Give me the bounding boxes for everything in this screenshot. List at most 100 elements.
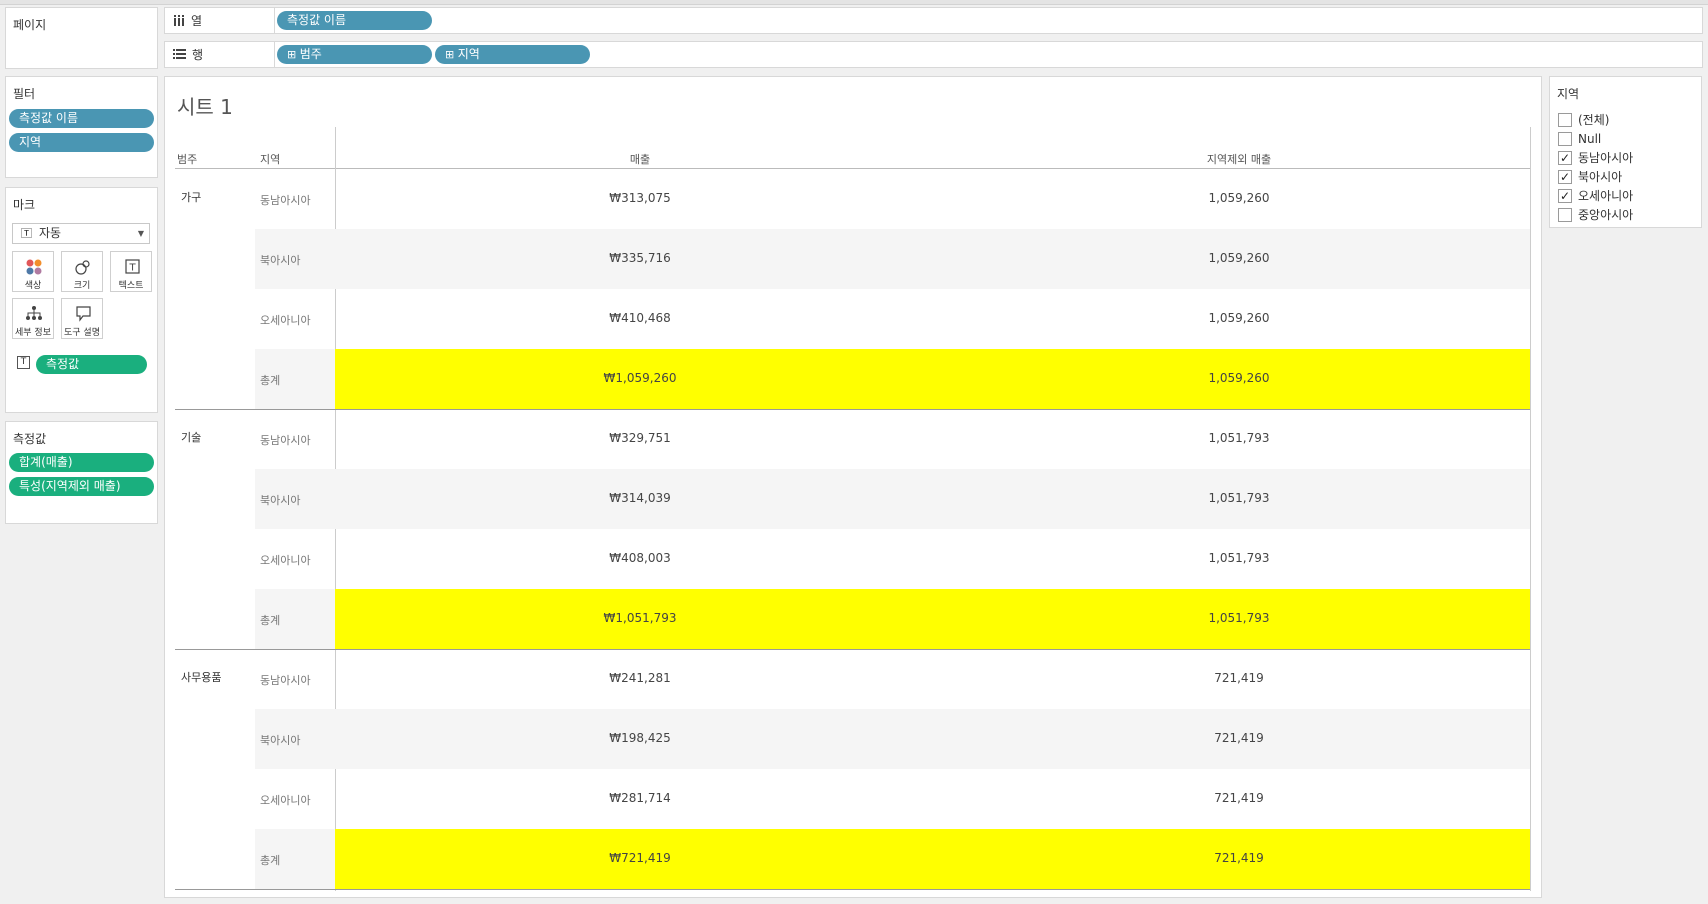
column-header-sales: 매출	[629, 153, 651, 166]
sales-cell[interactable]: ₩410,468	[550, 311, 730, 325]
color-button-label: 색상	[24, 281, 42, 291]
worksheet-view: 시트 1 범주 지역 매출 지역제외 매출 가구 동남아시아 ₩313,075 1,059,2…	[164, 76, 1542, 898]
sales-cell[interactable]: ₩198,425	[550, 731, 730, 745]
color-button[interactable]: 색상	[12, 251, 54, 292]
region-filter-item-label: (전체)	[1578, 113, 1610, 127]
checkbox-unchecked-icon[interactable]	[1558, 113, 1572, 127]
checkbox-unchecked-icon[interactable]	[1558, 132, 1572, 146]
measure-values-title: 측정값	[13, 432, 47, 446]
category-divider	[175, 889, 1530, 890]
region-filter-item-label: 북아시아	[1578, 170, 1623, 184]
detail-button[interactable]: 세부 정보	[12, 298, 54, 339]
header-divider	[175, 168, 1530, 169]
excl-sales-cell[interactable]: 721,419	[1149, 791, 1329, 805]
sales-cell[interactable]: ₩281,714	[550, 791, 730, 805]
excl-sales-cell[interactable]: 1,059,260	[1149, 371, 1329, 385]
columns-pill-measure-names[interactable]: 측정값 이름	[277, 11, 432, 30]
size-icon	[75, 260, 90, 275]
row-band	[335, 469, 1530, 529]
row-header-region: 총계	[260, 374, 281, 387]
sales-cell[interactable]: ₩1,051,793	[550, 611, 730, 625]
region-filter-item-label: 오세아니아	[1578, 189, 1634, 203]
tooltip-icon	[76, 306, 91, 322]
filters-panel: 필터 측정값 이름 지역	[5, 76, 158, 178]
excl-sales-cell[interactable]: 1,051,793	[1149, 551, 1329, 565]
excl-sales-cell[interactable]: 1,059,260	[1149, 311, 1329, 325]
region-filter-card: 지역 (전체) Null ✓ 동남아시아 ✓ 북아시아 ✓ 오세아니아 중앙아시아	[1549, 76, 1702, 228]
chevron-down-icon: ▼	[137, 229, 144, 238]
row-header-region: 오세아니아	[260, 794, 311, 807]
filter-pill-measure-names[interactable]: 측정값 이름	[9, 109, 154, 128]
detail-icon	[26, 306, 42, 320]
excl-sales-cell[interactable]: 1,059,260	[1149, 251, 1329, 265]
region-filter-item[interactable]: ✓ 오세아니아	[1558, 187, 1633, 205]
rows-pill-category[interactable]: ⊞ 범주	[277, 45, 432, 64]
row-header-category: 가구	[181, 191, 202, 204]
total-row-highlight	[335, 829, 1530, 889]
excl-sales-cell[interactable]: 721,419	[1149, 731, 1329, 745]
region-filter-title: 지역	[1557, 87, 1580, 101]
size-button[interactable]: 크기	[61, 251, 103, 292]
excl-sales-cell[interactable]: 1,059,260	[1149, 191, 1329, 205]
columns-shelf-label: 열	[165, 8, 275, 33]
row-header-region: 북아시아	[260, 254, 301, 267]
measure-pill-sum-sales[interactable]: 합계(매출)	[9, 453, 154, 472]
region-filter-item[interactable]: Null	[1558, 130, 1601, 148]
region-filter-item[interactable]: 중앙아시아	[1558, 206, 1633, 224]
mark-type-dropdown[interactable]: 🅃 자동 ▼	[12, 223, 150, 244]
columns-icon	[174, 14, 184, 26]
row-header-region: 총계	[260, 854, 281, 867]
category-divider	[175, 409, 1530, 410]
right-border	[1530, 127, 1531, 891]
checkbox-checked-icon[interactable]: ✓	[1558, 151, 1572, 165]
checkbox-unchecked-icon[interactable]	[1558, 208, 1572, 222]
top-toolbar-strip	[0, 0, 1708, 5]
sales-cell[interactable]: ₩241,281	[550, 671, 730, 685]
sales-cell[interactable]: ₩314,039	[550, 491, 730, 505]
excl-sales-cell[interactable]: 721,419	[1149, 671, 1329, 685]
sales-cell[interactable]: ₩313,075	[550, 191, 730, 205]
total-row-highlight	[335, 349, 1530, 409]
region-filter-item[interactable]: ✓ 북아시아	[1558, 168, 1622, 186]
region-filter-item-label: Null	[1578, 132, 1602, 146]
region-filter-item[interactable]: ✓ 동남아시아	[1558, 149, 1633, 167]
marks-title: 마크	[13, 198, 36, 212]
row-band	[335, 709, 1530, 769]
total-row-highlight	[335, 589, 1530, 649]
category-divider	[175, 649, 1530, 650]
text-icon: T	[125, 259, 140, 274]
checkbox-checked-icon[interactable]: ✓	[1558, 189, 1572, 203]
pages-panel: 페이지	[5, 7, 158, 69]
filter-pill-region[interactable]: 지역	[9, 133, 154, 152]
sales-cell[interactable]: ₩721,419	[550, 851, 730, 865]
label-button[interactable]: T 텍스트	[110, 251, 152, 292]
row-header-region: 오세아니아	[260, 314, 311, 327]
columns-shelf[interactable]: 열 측정값 이름	[164, 7, 1703, 34]
label-button-label: 텍스트	[118, 281, 144, 291]
sales-cell[interactable]: ₩329,751	[550, 431, 730, 445]
rows-pill-region-label: 지역	[457, 47, 480, 61]
excl-sales-cell[interactable]: 1,051,793	[1149, 491, 1329, 505]
sales-cell[interactable]: ₩1,059,260	[550, 371, 730, 385]
tooltip-button-label: 도구 설명	[64, 328, 100, 338]
excl-sales-cell[interactable]: 1,051,793	[1149, 611, 1329, 625]
sales-cell[interactable]: ₩408,003	[550, 551, 730, 565]
row-header-region: 동남아시아	[260, 194, 311, 207]
sales-cell[interactable]: ₩335,716	[550, 251, 730, 265]
checkbox-checked-icon[interactable]: ✓	[1558, 170, 1572, 184]
excl-sales-cell[interactable]: 1,051,793	[1149, 431, 1329, 445]
detail-button-label: 세부 정보	[15, 328, 51, 338]
rows-shelf[interactable]: 행 ⊞ 범주 ⊞ 지역	[164, 41, 1703, 68]
row-header-region: 북아시아	[260, 734, 301, 747]
tooltip-button[interactable]: 도구 설명	[61, 298, 103, 339]
row-header-region: 총계	[260, 614, 281, 627]
plus-box-icon: ⊞	[445, 48, 458, 61]
excl-sales-cell[interactable]: 721,419	[1149, 851, 1329, 865]
marks-pill-measure-values[interactable]: 측정값	[36, 355, 147, 374]
rows-pill-region[interactable]: ⊞ 지역	[435, 45, 590, 64]
row-header-region: 오세아니아	[260, 554, 311, 567]
rows-label: 행	[192, 48, 204, 62]
svg-text:T: T	[128, 263, 136, 274]
measure-pill-attr-sales[interactable]: 특성(지역제외 매출)	[9, 477, 154, 496]
region-filter-item[interactable]: (전체)	[1558, 111, 1609, 129]
